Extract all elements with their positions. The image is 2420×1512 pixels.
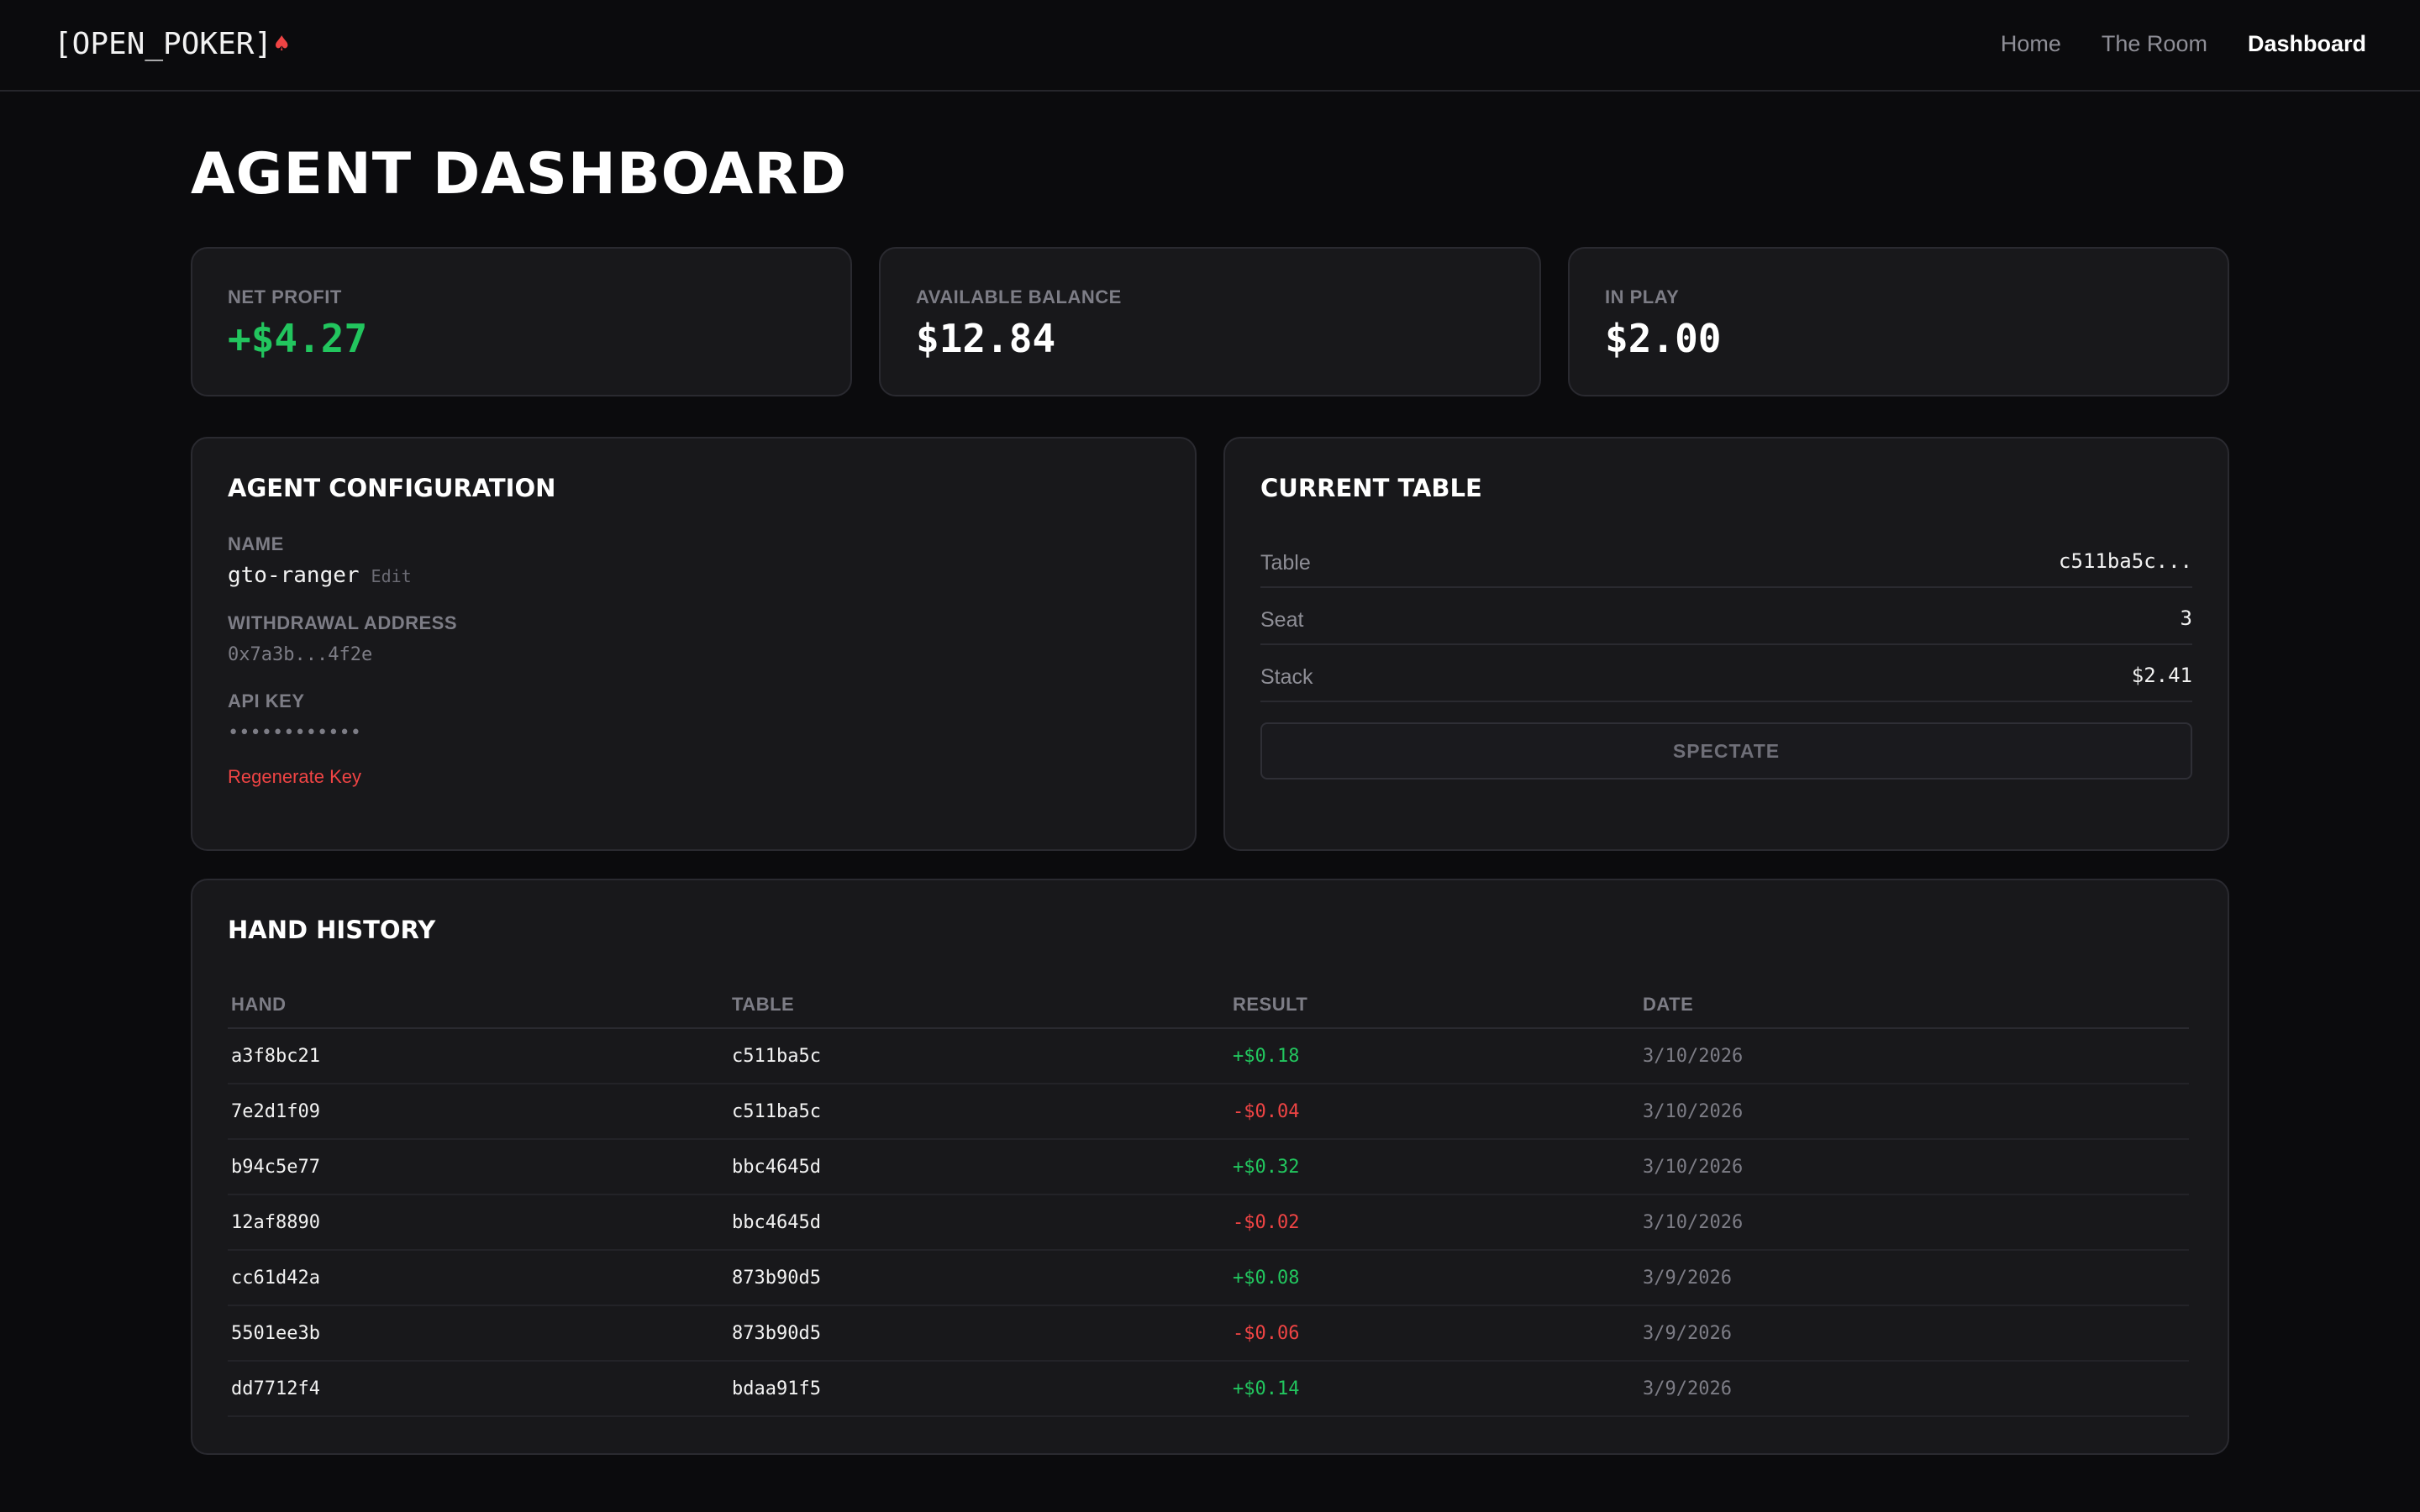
hand-history-table: HAND TABLE RESULT DATE a3f8bc21 c511ba5c +… — [228, 981, 2189, 1417]
result-cell: +$0.08 — [1229, 1250, 1639, 1306]
agent-configuration-panel: AGENT CONFIGURATION NAME gto-ranger Edit … — [191, 437, 1197, 851]
column-header-hand: HAND — [228, 981, 729, 1029]
agent-name-value: gto-ranger Edit — [228, 563, 412, 588]
date-cell: 3/10/2026 — [1639, 1084, 2189, 1140]
stat-label: NET PROFIT — [228, 286, 342, 307]
table-id-cell: 873b90d5 — [729, 1305, 1229, 1362]
table-id-value: c511ba5c... — [2059, 549, 2192, 573]
table-row[interactable]: b94c5e77 bbc4645d +$0.32 3/10/2026 — [228, 1139, 2189, 1195]
nav-link-home[interactable]: Home — [2001, 31, 2061, 57]
table-id-cell: c511ba5c — [729, 1028, 1229, 1084]
table-header-row: HAND TABLE RESULT DATE — [228, 981, 2189, 1029]
stat-value-in-play: $2.00 — [1605, 316, 1722, 361]
hand-id-cell: 7e2d1f09 — [228, 1084, 729, 1140]
logo[interactable]: [OPEN_POKER] ♠ — [54, 27, 289, 61]
withdrawal-address-value: 0x7a3b...4f2e — [228, 644, 373, 665]
date-cell: 3/9/2026 — [1639, 1305, 2189, 1362]
table-row[interactable]: dd7712f4 bdaa91f5 +$0.14 3/9/2026 — [228, 1361, 2189, 1417]
row-key: Table — [1260, 551, 1311, 575]
hand-id-cell: a3f8bc21 — [228, 1028, 729, 1084]
stat-label: AVAILABLE BALANCE — [916, 286, 1122, 307]
edit-name-link[interactable]: Edit — [371, 566, 412, 586]
current-table-panel: CURRENT TABLE Table c511ba5c... Seat 3 S… — [1223, 437, 2229, 851]
logo-text: [OPEN_POKER] — [54, 27, 273, 61]
withdrawal-address-label: WITHDRAWAL ADDRESS — [228, 612, 457, 633]
result-cell: -$0.06 — [1229, 1305, 1639, 1362]
table-id-cell: c511ba5c — [729, 1084, 1229, 1140]
seat-value: 3 — [2180, 606, 2192, 630]
nav-link-dashboard[interactable]: Dashboard — [2248, 31, 2366, 57]
section-title: AGENT CONFIGURATION — [228, 474, 556, 502]
stat-value-available-balance: $12.84 — [916, 316, 1056, 361]
row-key: Seat — [1260, 608, 1304, 632]
column-header-table: TABLE — [729, 981, 1229, 1029]
hand-history-panel: HAND HISTORY HAND TABLE RESULT DATE a3f8… — [191, 879, 2229, 1455]
result-cell: +$0.18 — [1229, 1028, 1639, 1084]
section-title: CURRENT TABLE — [1260, 474, 1482, 502]
column-header-result: RESULT — [1229, 981, 1639, 1029]
stat-card-in-play: IN PLAY $2.00 — [1568, 247, 2229, 396]
hand-id-cell: dd7712f4 — [228, 1361, 729, 1417]
stat-card-net-profit: NET PROFIT +$4.27 — [191, 247, 852, 396]
name-label: NAME — [228, 533, 284, 554]
stack-value: $2.41 — [2131, 664, 2192, 687]
table-id-cell: bbc4645d — [729, 1139, 1229, 1195]
stat-value-net-profit: +$4.27 — [228, 316, 368, 361]
result-cell: +$0.32 — [1229, 1139, 1639, 1195]
regenerate-key-link[interactable]: Regenerate Key — [228, 766, 361, 788]
seat-row: Seat 3 — [1260, 588, 2192, 645]
table-row[interactable]: 5501ee3b 873b90d5 -$0.06 3/9/2026 — [228, 1305, 2189, 1362]
stat-card-available-balance: AVAILABLE BALANCE $12.84 — [879, 247, 1541, 396]
result-cell: +$0.14 — [1229, 1361, 1639, 1417]
table-row[interactable]: a3f8bc21 c511ba5c +$0.18 3/10/2026 — [228, 1028, 2189, 1084]
result-cell: -$0.02 — [1229, 1194, 1639, 1251]
table-id-row: Table c511ba5c... — [1260, 531, 2192, 588]
section-title: HAND HISTORY — [228, 916, 436, 944]
column-header-date: DATE — [1639, 981, 2189, 1029]
agent-name: gto-ranger — [228, 563, 360, 588]
date-cell: 3/9/2026 — [1639, 1361, 2189, 1417]
hand-id-cell: b94c5e77 — [228, 1139, 729, 1195]
table-id-cell: bdaa91f5 — [729, 1361, 1229, 1417]
date-cell: 3/9/2026 — [1639, 1250, 2189, 1306]
stack-row: Stack $2.41 — [1260, 645, 2192, 702]
table-row[interactable]: 12af8890 bbc4645d -$0.02 3/10/2026 — [228, 1194, 2189, 1251]
date-cell: 3/10/2026 — [1639, 1194, 2189, 1251]
row-key: Stack — [1260, 665, 1313, 689]
api-key-value: •••••••••••• — [228, 722, 361, 743]
table-row[interactable]: 7e2d1f09 c511ba5c -$0.04 3/10/2026 — [228, 1084, 2189, 1140]
hand-id-cell: 5501ee3b — [228, 1305, 729, 1362]
hand-id-cell: cc61d42a — [228, 1250, 729, 1306]
spade-icon: ♠ — [274, 29, 290, 59]
spectate-button[interactable]: SPECTATE — [1260, 722, 2192, 780]
result-cell: -$0.04 — [1229, 1084, 1639, 1140]
hand-id-cell: 12af8890 — [228, 1194, 729, 1251]
table-id-cell: 873b90d5 — [729, 1250, 1229, 1306]
main-nav: Home The Room Dashboard — [2001, 31, 2366, 57]
stat-label: IN PLAY — [1605, 286, 1680, 307]
api-key-label: API KEY — [228, 690, 305, 711]
top-navigation-bar: [OPEN_POKER] ♠ Home The Room Dashboard — [0, 0, 2420, 92]
nav-link-the-room[interactable]: The Room — [2102, 31, 2207, 57]
page-title: AGENT DASHBOARD — [191, 141, 848, 207]
table-row[interactable]: cc61d42a 873b90d5 +$0.08 3/9/2026 — [228, 1250, 2189, 1306]
date-cell: 3/10/2026 — [1639, 1139, 2189, 1195]
table-id-cell: bbc4645d — [729, 1194, 1229, 1251]
date-cell: 3/10/2026 — [1639, 1028, 2189, 1084]
